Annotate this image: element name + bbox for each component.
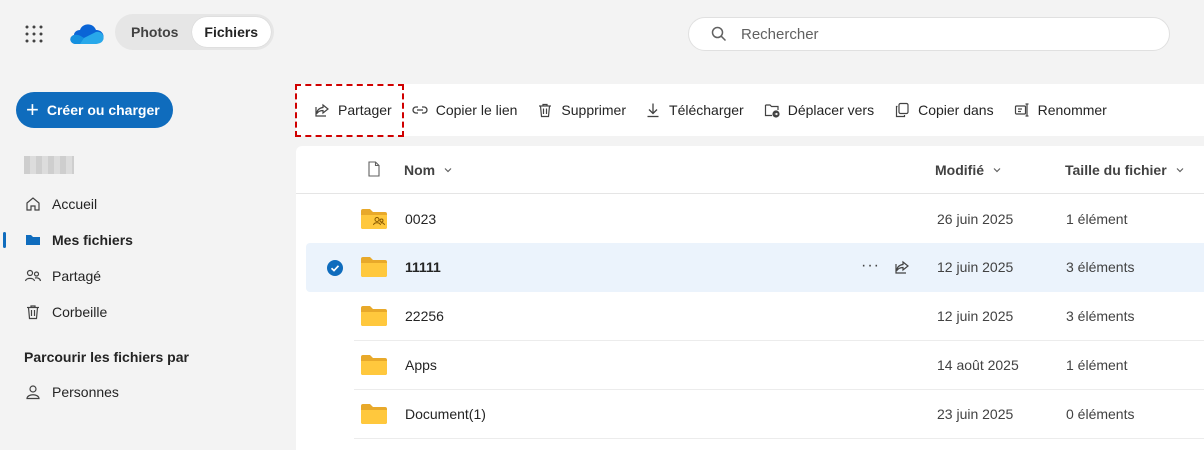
user-name-redacted (24, 156, 74, 174)
modified-date: 14 août 2025 (937, 357, 1019, 373)
browse-by-heading: Parcourir les fichiers par (24, 349, 189, 365)
onedrive-logo-icon (66, 20, 106, 48)
table-row[interactable]: 0023 26 juin 2025 1 élément (354, 195, 1204, 244)
sidebar-item-label: Partagé (52, 268, 102, 284)
modified-date: 26 juin 2025 (937, 211, 1014, 227)
file-name[interactable]: Apps (405, 357, 437, 373)
column-header-modified[interactable]: Modifié (935, 162, 1002, 178)
table-row[interactable]: 22256 12 juin 2025 3 éléments (354, 292, 1204, 341)
people-icon (24, 267, 42, 285)
sidebar-item-label: Mes fichiers (52, 232, 133, 248)
download-label: Télécharger (669, 102, 744, 118)
column-header-name[interactable]: Nom (404, 162, 453, 178)
create-upload-button[interactable]: + Créer ou charger (16, 92, 173, 128)
chevron-down-icon (992, 165, 1002, 175)
sidebar-item-shared[interactable]: Partagé (24, 266, 101, 286)
delete-button[interactable]: Supprimer (537, 94, 626, 126)
rename-label: Renommer (1037, 102, 1107, 118)
move-to-label: Déplacer vers (787, 102, 875, 118)
home-icon (24, 195, 42, 213)
copy-to-button[interactable]: Copier dans (894, 94, 994, 126)
app-launcher-icon[interactable] (24, 24, 44, 44)
link-icon (412, 102, 428, 118)
rename-button[interactable]: Renommer (1014, 94, 1107, 126)
create-upload-label: Créer ou charger (46, 102, 160, 118)
table-row[interactable]: Apps 14 août 2025 1 élément (354, 341, 1204, 390)
file-list-header: Nom Modifié Taille du fichier (296, 146, 1204, 194)
search-input[interactable]: Rechercher (741, 26, 819, 43)
sidebar-item-my-files[interactable]: Mes fichiers (24, 230, 133, 250)
share-icon[interactable] (894, 259, 910, 275)
folder-move-icon (764, 102, 780, 118)
share-highlight-annotation (295, 84, 404, 137)
folder-icon (360, 354, 388, 376)
more-options-icon[interactable]: ··· (861, 257, 880, 275)
shared-folder-icon (360, 208, 388, 230)
modified-date: 12 juin 2025 (937, 308, 1014, 324)
copy-to-label: Copier dans (918, 102, 994, 118)
file-list: Nom Modifié Taille du fichier 0023 26 ju… (296, 146, 1204, 450)
column-header-label: Modifié (935, 162, 984, 178)
checkmark-circle-icon[interactable] (327, 260, 343, 276)
file-name[interactable]: 11111 (405, 259, 441, 275)
column-header-label: Taille du fichier (1065, 162, 1167, 178)
column-header-label: Nom (404, 162, 436, 178)
file-name[interactable]: 0023 (405, 211, 436, 227)
table-row[interactable]: Document(1) 23 juin 2025 0 éléments (354, 390, 1204, 439)
search-box[interactable]: Rechercher (688, 17, 1170, 51)
folder-icon (360, 305, 388, 327)
modified-date: 23 juin 2025 (937, 406, 1014, 422)
sidebar-item-label: Corbeille (52, 304, 108, 320)
sidebar-item-label: Accueil (52, 196, 98, 212)
file-name[interactable]: Document(1) (405, 406, 486, 422)
copy-icon (894, 102, 910, 118)
file-size: 0 éléments (1066, 406, 1135, 422)
photos-tab[interactable]: Photos (118, 17, 192, 47)
file-type-icon[interactable] (367, 161, 381, 177)
plus-icon: + (26, 97, 39, 122)
delete-label: Supprimer (561, 102, 627, 118)
download-icon (645, 102, 661, 118)
folder-icon (360, 403, 388, 425)
active-indicator (3, 232, 6, 248)
copy-link-label: Copier le lien (435, 102, 518, 118)
copy-link-button[interactable]: Copier le lien (412, 94, 518, 126)
rename-icon (1014, 102, 1030, 118)
sidebar-item-people[interactable]: Personnes (24, 382, 119, 402)
folder-icon (24, 231, 42, 249)
command-bar: Partager Copier le lien Supprimer Téléch… (296, 84, 1204, 136)
file-size: 3 éléments (1066, 308, 1135, 324)
column-header-file-size[interactable]: Taille du fichier (1065, 162, 1185, 178)
table-row-selected[interactable]: 11111 ··· 12 juin 2025 3 éléments (306, 243, 1204, 292)
download-button[interactable]: Télécharger (645, 94, 744, 126)
person-icon (24, 383, 42, 401)
chevron-down-icon (443, 165, 453, 175)
sidebar-item-home[interactable]: Accueil (24, 194, 97, 214)
photos-files-switch: Photos Fichiers (115, 14, 274, 50)
trash-icon (537, 102, 553, 118)
move-to-button[interactable]: Déplacer vers (764, 94, 874, 126)
folder-icon (360, 256, 388, 278)
modified-date: 12 juin 2025 (937, 259, 1014, 275)
files-tab[interactable]: Fichiers (191, 17, 271, 47)
sidebar-item-label: Personnes (52, 384, 119, 400)
sidebar-item-recycle-bin[interactable]: Corbeille (24, 302, 107, 322)
trash-icon (24, 303, 42, 321)
file-size: 1 élément (1066, 357, 1128, 373)
file-size: 3 éléments (1066, 259, 1135, 275)
file-size: 1 élément (1066, 211, 1128, 227)
file-name[interactable]: 22256 (405, 308, 444, 324)
search-icon (711, 26, 727, 42)
chevron-down-icon (1175, 165, 1185, 175)
